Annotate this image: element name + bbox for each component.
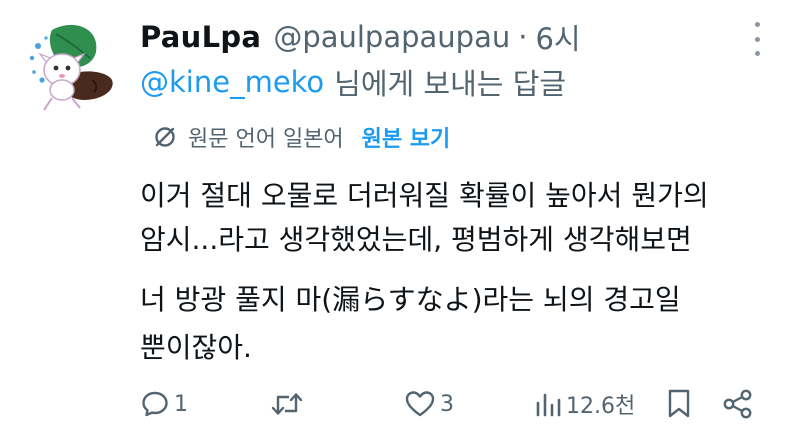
user-handle[interactable]: @paulpapaupau [273, 20, 510, 54]
bookmark-icon [666, 388, 692, 420]
translation-label: 원문 언어 일본어 [188, 127, 344, 152]
retweet-button[interactable] [270, 384, 308, 424]
views-count: 12.6천 [566, 394, 636, 419]
share-icon [722, 388, 754, 420]
avatar-image [29, 24, 113, 111]
tweet-text-line: 뿐이잖아. [140, 331, 252, 364]
reply-context: @kine_meko 님에게 보내는 답글 [140, 62, 566, 102]
more-options-icon[interactable] [750, 22, 764, 56]
reply-mention-link[interactable]: @kine_meko [140, 65, 324, 99]
show-original-link[interactable]: 원본 보기 [362, 121, 451, 153]
tweet-text-line: 이거 절대 오물로 더러워질 확률이 높아서 뭔가의 [140, 179, 709, 212]
action-bar: 1 3 12.6천 [140, 384, 760, 424]
share-button[interactable] [722, 384, 754, 424]
retweet-icon [270, 389, 304, 419]
views-button[interactable]: 12.6천 [534, 384, 635, 424]
tweet-text-line: 암시...라고 생각했었는데, 평범하게 생각해보면 [140, 223, 692, 256]
tweet-header: PauLpa @paulpapaupau · 6시 [140, 14, 581, 60]
translation-bar: 원문 언어 일본어 원본 보기 [152, 120, 450, 154]
tweet-text-line: 너 방광 풀지 마(漏らすなよ)라는 뇌의 경고일 [140, 283, 681, 316]
tweet-text: 이거 절대 오물로 더러워질 확률이 높아서 뭔가의 암시...라고 생각했었는… [140, 172, 760, 372]
heart-icon [404, 389, 436, 419]
bookmark-button[interactable] [666, 384, 692, 424]
timestamp[interactable]: 6시 [535, 16, 580, 58]
reply-button[interactable]: 1 [140, 384, 188, 424]
like-count: 3 [440, 391, 454, 417]
reply-icon [140, 389, 170, 419]
reply-count: 1 [174, 391, 188, 417]
separator-dot: · [518, 20, 528, 54]
reply-context-label: 님에게 보내는 답글 [334, 67, 567, 101]
avatar[interactable] [22, 18, 118, 114]
like-button[interactable]: 3 [404, 384, 454, 424]
translate-icon [152, 124, 178, 150]
display-name[interactable]: PauLpa [140, 20, 261, 54]
views-icon [534, 389, 562, 419]
